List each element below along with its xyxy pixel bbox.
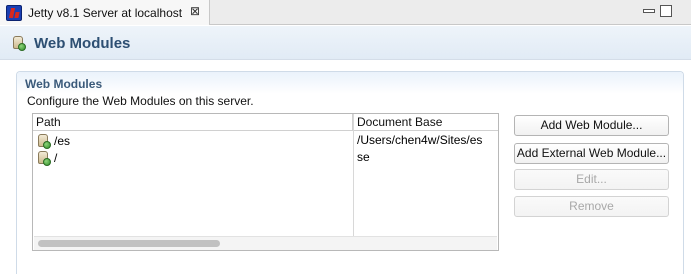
maximize-button[interactable] (660, 5, 672, 17)
path-text: /es (54, 133, 71, 148)
table-row[interactable]: /es /Users/chen4w/Sites/es (33, 132, 498, 149)
web-module-icon (37, 150, 51, 166)
column-header-document-base[interactable]: Document Base (354, 114, 498, 131)
table-row[interactable]: / se (33, 149, 498, 166)
remove-button[interactable]: Remove (514, 196, 669, 217)
close-icon[interactable]: ⊠ (188, 4, 202, 18)
tab-title: Jetty v8.1 Server at localhost (28, 5, 183, 20)
web-module-icon (12, 35, 26, 51)
page-title: Web Modules (34, 35, 131, 52)
add-web-module-button[interactable]: Add Web Module... (514, 115, 669, 136)
document-base-cell: se (357, 150, 370, 164)
editor-header: Web Modules (0, 26, 691, 60)
section-title: Web Modules (25, 77, 103, 91)
section-description: Configure the Web Modules on this server… (27, 94, 254, 108)
scrollbar-thumb[interactable] (38, 240, 220, 247)
editor-tab-bar: Jetty v8.1 Server at localhost ⊠ (0, 0, 691, 25)
minimize-button[interactable] (643, 9, 655, 13)
path-text: / (54, 150, 58, 165)
horizontal-scrollbar[interactable] (34, 236, 497, 250)
web-modules-table[interactable]: Path Document Base /es /Users/chen4w/Sit… (32, 113, 499, 251)
server-editor-tab[interactable]: Jetty v8.1 Server at localhost ⊠ (0, 0, 210, 25)
add-external-web-module-button[interactable]: Add External Web Module... (514, 143, 669, 164)
edit-button[interactable]: Edit... (514, 169, 669, 190)
jetty-server-icon (6, 4, 22, 21)
document-base-cell: /Users/chen4w/Sites/es (357, 133, 483, 147)
column-header-path[interactable]: Path (33, 114, 353, 131)
section-header (17, 72, 683, 94)
path-cell: / (37, 150, 57, 166)
web-module-icon (37, 133, 51, 149)
path-cell: /es (37, 133, 70, 149)
